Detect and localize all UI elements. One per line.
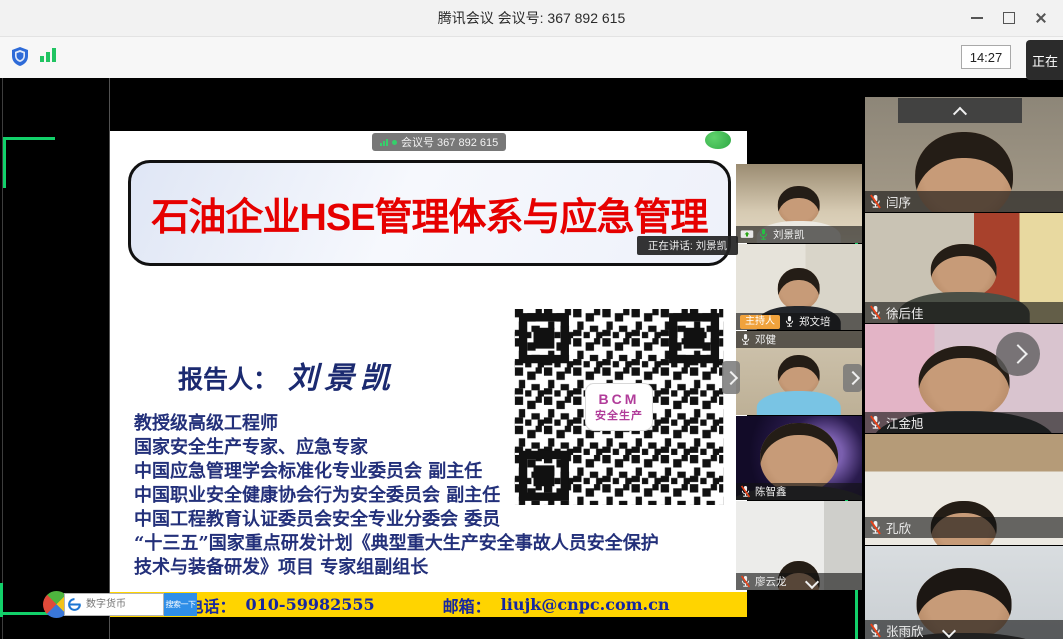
window-controls bbox=[961, 0, 1057, 36]
credential-line: 中国工程教育认证委员会安全专业分委会 委员 bbox=[134, 508, 744, 532]
mic-muted-icon bbox=[869, 623, 882, 638]
participant-name: 陈智鑫 bbox=[755, 484, 787, 499]
video-tile[interactable]: 陈智鑫 bbox=[736, 416, 862, 500]
qr-code: BCM 安全生产 bbox=[514, 309, 724, 505]
pill-meeting-number: 会议号 367 892 615 bbox=[401, 134, 498, 150]
ie-browser-icon bbox=[68, 598, 81, 611]
chevron-up-icon bbox=[953, 106, 967, 120]
participant-name: 廖云龙 bbox=[755, 574, 787, 589]
maximize-icon bbox=[1003, 12, 1015, 24]
phone-number: 010-59982555 bbox=[246, 595, 375, 614]
mic-icon bbox=[740, 333, 751, 346]
participant-name: 徐后佳 bbox=[886, 303, 924, 322]
mic-muted-icon bbox=[740, 485, 751, 498]
close-icon bbox=[1035, 12, 1047, 24]
mic-muted-icon bbox=[869, 194, 882, 209]
participant-name-bar: 闫序 bbox=[865, 191, 1063, 212]
chevron-right-icon bbox=[1008, 344, 1028, 364]
mic-muted-icon bbox=[869, 415, 882, 430]
qr-badge-line1: BCM bbox=[599, 391, 640, 407]
participant-video bbox=[759, 355, 840, 415]
sharing-status-popup: 正在 bbox=[1026, 40, 1063, 80]
participant-name-bar: 主持人 郑文培 bbox=[736, 313, 862, 330]
meeting-timer: 14:27 bbox=[961, 45, 1011, 69]
desktop-search-button[interactable]: 搜索一下 bbox=[164, 593, 197, 616]
participant-name: 郑文培 bbox=[799, 314, 831, 329]
participant-name: 孔欣 bbox=[886, 518, 911, 537]
mic-icon bbox=[784, 315, 795, 328]
window-titlebar: 腾讯会议 会议号: 367 892 615 bbox=[0, 0, 1063, 37]
mic-muted-icon bbox=[740, 575, 751, 588]
desktop-search-box[interactable] bbox=[64, 593, 164, 616]
collapse-video-strip-button[interactable] bbox=[898, 98, 1022, 123]
email-address: liujk@cnpc.com.cn bbox=[501, 595, 670, 614]
next-participants-page-button[interactable] bbox=[996, 332, 1040, 376]
participant-name: 闫序 bbox=[886, 192, 911, 211]
participant-name-bar: 孔欣 bbox=[865, 517, 1063, 538]
participant-name-bar: 张雨欣 bbox=[865, 620, 1063, 639]
qr-badge-line2: 安全生产 bbox=[595, 407, 643, 423]
presenter-name: 刘景凯 bbox=[288, 353, 396, 397]
participant-name-bar: 江金旭 bbox=[865, 412, 1063, 433]
pill-signal-icon bbox=[380, 139, 388, 146]
speaking-indicator-tooltip: 正在讲话: 刘景凯 bbox=[637, 236, 738, 255]
share-border-fragment bbox=[3, 137, 55, 140]
video-tile[interactable]: 徐后佳 bbox=[865, 213, 1063, 323]
share-border-fragment bbox=[3, 137, 6, 188]
close-button[interactable] bbox=[1025, 0, 1057, 36]
participant-name-bar: 陈智鑫 bbox=[736, 483, 862, 500]
meeting-toolbar: 14:27 bbox=[0, 37, 1063, 79]
video-tile[interactable]: 廖云龙 bbox=[736, 501, 862, 590]
collapse-strip-chevron-down-icon[interactable] bbox=[941, 623, 955, 637]
participant-name-bar: 徐后佳 bbox=[865, 302, 1063, 323]
green-badge-icon bbox=[705, 131, 731, 149]
mic-active-icon bbox=[758, 228, 769, 241]
presenter-label: 报告人： bbox=[178, 360, 278, 396]
slide-title: 石油企业HSE管理体系与应急管理 bbox=[151, 186, 707, 241]
video-tile-host[interactable]: 主持人 郑文培 bbox=[736, 244, 862, 330]
participant-name-bar: 廖云龙 bbox=[736, 573, 862, 590]
video-tile[interactable]: 张雨欣 bbox=[865, 546, 1063, 639]
participant-name: 张雨欣 bbox=[886, 621, 924, 639]
mic-muted-icon bbox=[869, 305, 882, 320]
meeting-number-pill[interactable]: 会议号 367 892 615 bbox=[372, 133, 506, 151]
strip-scroll-button-left[interactable] bbox=[722, 361, 740, 394]
chevron-right-icon bbox=[724, 370, 738, 384]
slide-footer-bar: 电话：010-59982555 邮箱：liujk@cnpc.com.cn bbox=[110, 592, 747, 617]
email-label: 邮箱： bbox=[443, 593, 491, 617]
pill-status-dot-icon bbox=[392, 140, 397, 145]
window-title: 腾讯会议 会议号: 367 892 615 bbox=[438, 8, 626, 28]
credential-line: 技术与装备研发》项目 专家组副组长 bbox=[134, 556, 744, 580]
minimize-button[interactable] bbox=[961, 0, 993, 36]
tencent-meeting-window: 腾讯会议 会议号: 367 892 615 14:27 正在 石油企业HSE管理… bbox=[0, 0, 1063, 639]
video-tile[interactable]: 孔欣 bbox=[865, 434, 1063, 545]
video-tile-speaker[interactable]: 刘景凯 bbox=[736, 164, 862, 243]
network-signal-icon[interactable] bbox=[40, 48, 56, 62]
presenter-line: 报告人： 刘景凯 bbox=[178, 353, 396, 397]
participant-name: 江金旭 bbox=[886, 413, 924, 432]
meeting-security-shield-icon[interactable] bbox=[10, 46, 30, 68]
screen-sharing-icon bbox=[740, 230, 754, 240]
participant-name: 邓健 bbox=[755, 332, 776, 347]
participant-name: 刘景凯 bbox=[773, 227, 805, 242]
qr-center-badge: BCM 安全生产 bbox=[585, 383, 653, 431]
collapse-strip-chevron-down-icon[interactable] bbox=[804, 574, 818, 588]
credential-line: “十三五”国家重点研发计划《典型重大生产安全事故人员安全保护 bbox=[134, 532, 744, 556]
participant-name-bar: 邓健 bbox=[736, 331, 862, 348]
chevron-right-icon bbox=[845, 371, 859, 385]
strip-scroll-button-right[interactable] bbox=[843, 364, 862, 392]
shared-slide: 石油企业HSE管理体系与应急管理 报告人： 刘景凯 教授级高级工程师 国家安全生… bbox=[110, 131, 747, 617]
mic-muted-icon bbox=[869, 520, 882, 535]
host-badge: 主持人 bbox=[740, 315, 780, 329]
participant-name-bar: 刘景凯 bbox=[736, 226, 862, 243]
desktop-search-input[interactable] bbox=[84, 598, 158, 611]
maximize-button[interactable] bbox=[993, 0, 1025, 36]
minimize-icon bbox=[971, 17, 983, 19]
